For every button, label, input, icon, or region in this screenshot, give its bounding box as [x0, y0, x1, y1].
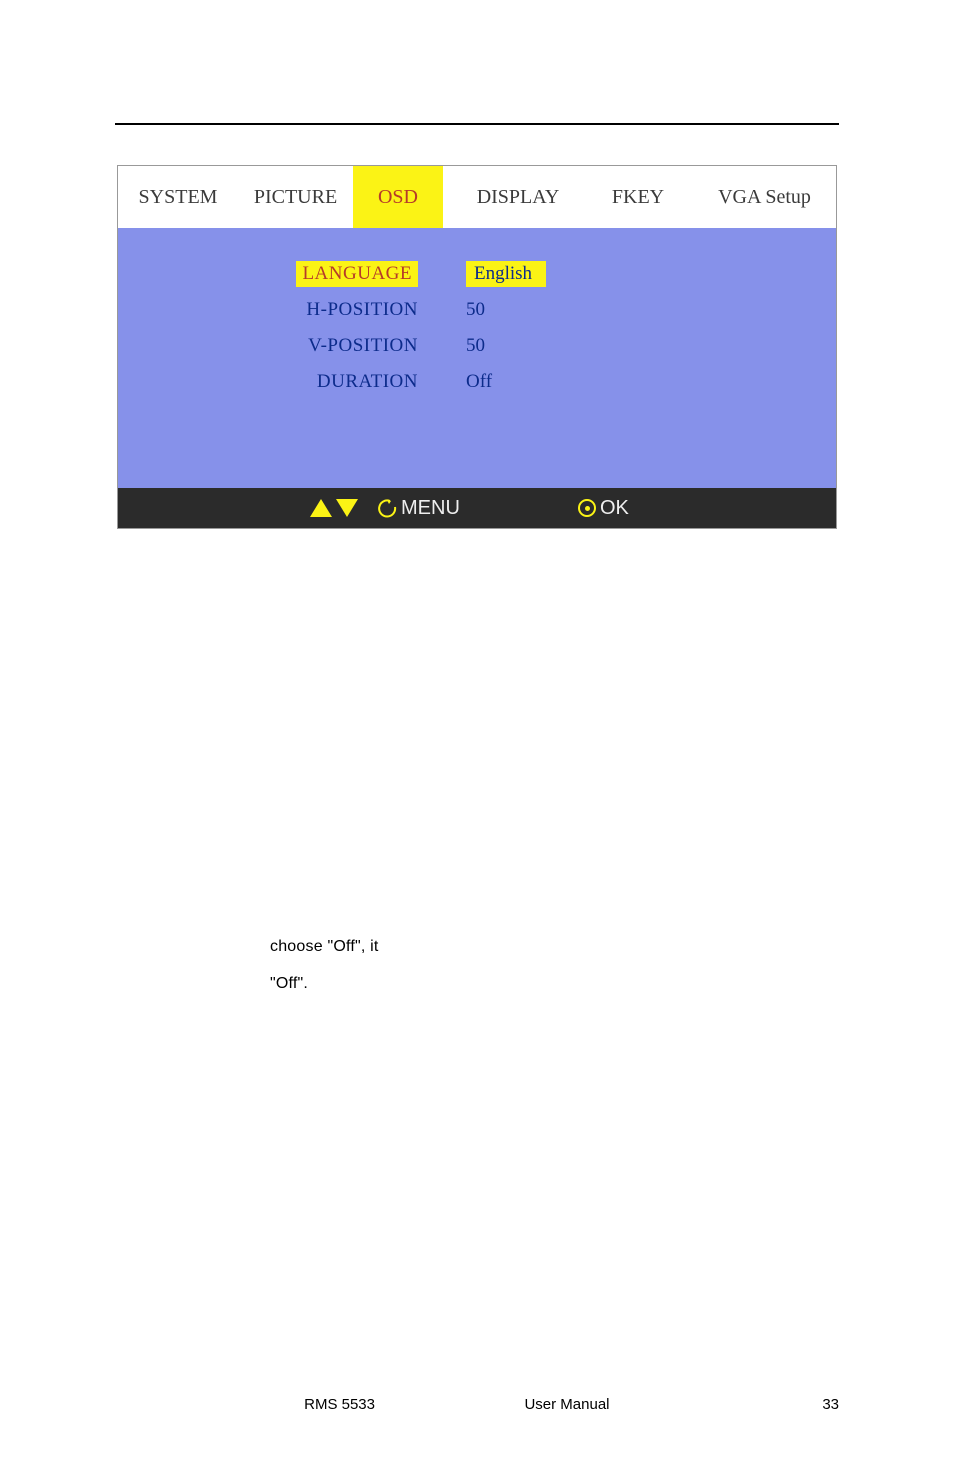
nav-arrows[interactable]: [118, 499, 378, 517]
hposition-value: 50: [458, 299, 578, 321]
menu-label: MENU: [401, 497, 460, 520]
osd-row-vposition[interactable]: V-POSITION 50: [118, 328, 836, 364]
horizontal-rule: [115, 123, 839, 125]
duration-label: DURATION: [118, 371, 458, 393]
footer-product: RMS 5533: [175, 1396, 375, 1413]
tab-fkey[interactable]: FKEY: [583, 166, 693, 228]
language-label: LANGUAGE: [296, 261, 418, 287]
body-text-line-1: choose "Off", it: [270, 938, 379, 956]
page: SYSTEM PICTURE OSD DISPLAY FKEY VGA Setu…: [0, 123, 954, 1473]
page-footer: RMS 5533 User Manual 33: [115, 1396, 839, 1413]
menu-hint[interactable]: MENU: [378, 497, 578, 520]
ok-label: OK: [600, 497, 629, 520]
footer-page-number: 33: [759, 1396, 839, 1413]
vposition-label: V-POSITION: [118, 335, 458, 357]
osd-row-duration[interactable]: DURATION Off: [118, 364, 836, 400]
vposition-value: 50: [458, 335, 578, 357]
language-value: English: [466, 261, 546, 287]
target-icon: [578, 499, 596, 517]
osd-panel: SYSTEM PICTURE OSD DISPLAY FKEY VGA Setu…: [117, 165, 837, 529]
osd-label: LANGUAGE: [118, 261, 458, 287]
osd-tabs: SYSTEM PICTURE OSD DISPLAY FKEY VGA Setu…: [118, 166, 836, 228]
duration-value: Off: [458, 371, 578, 393]
osd-body: LANGUAGE English H-POSITION 50 V-POSITIO…: [118, 228, 836, 488]
hposition-label: H-POSITION: [118, 299, 458, 321]
body-text-line-2: "Off".: [270, 975, 308, 993]
tab-display[interactable]: DISPLAY: [453, 166, 583, 228]
tab-picture[interactable]: PICTURE: [238, 166, 353, 228]
tab-osd[interactable]: OSD: [353, 166, 443, 228]
back-arrow-icon: [378, 498, 398, 518]
arrow-down-icon: [336, 499, 358, 517]
tab-system[interactable]: SYSTEM: [118, 166, 238, 228]
footer-title: User Manual: [375, 1396, 759, 1413]
osd-row-language[interactable]: LANGUAGE English: [118, 256, 836, 292]
arrow-up-icon: [310, 499, 332, 517]
ok-hint[interactable]: OK: [578, 497, 728, 520]
osd-footer: MENU OK: [118, 488, 836, 528]
osd-row-hposition[interactable]: H-POSITION 50: [118, 292, 836, 328]
osd-value: English: [458, 261, 578, 287]
tab-vga-setup[interactable]: VGA Setup: [693, 166, 836, 228]
